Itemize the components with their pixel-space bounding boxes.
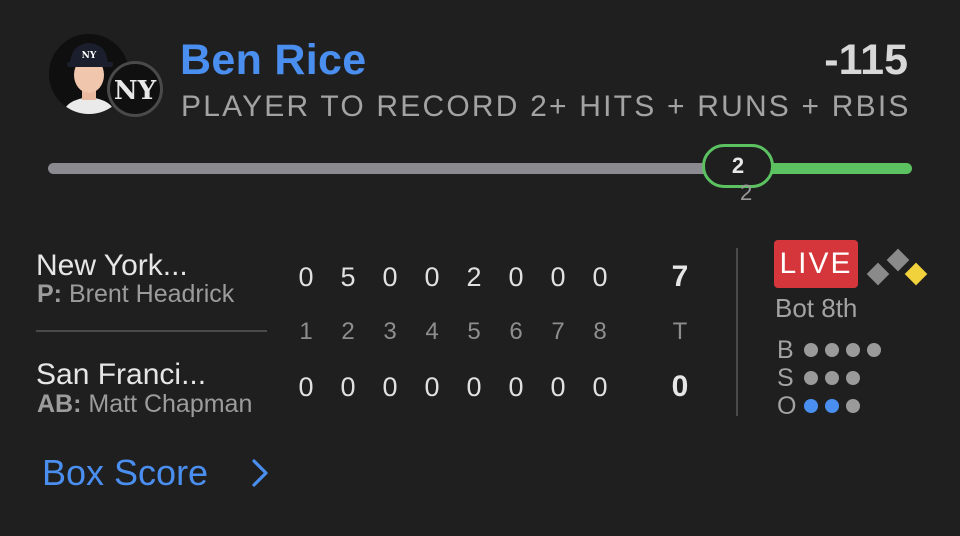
home-batter: AB: Matt Chapman — [37, 390, 252, 419]
strikes-dots — [804, 371, 860, 385]
away-inning-3: 0 — [382, 262, 398, 292]
svg-text:NY: NY — [114, 76, 157, 106]
total-header: T — [672, 318, 688, 345]
progress-marker: 2 — [702, 144, 774, 188]
progress-track — [48, 163, 712, 174]
batter-name: Matt Chapman — [88, 390, 253, 418]
pitcher-label: P: — [37, 280, 62, 308]
away-team-name: New York... — [36, 249, 188, 282]
home-inning-1: 0 — [298, 372, 314, 402]
second-base — [886, 248, 910, 272]
yankees-logo-icon: NY — [107, 61, 163, 117]
home-inning-3: 0 — [382, 372, 398, 402]
inning-header-8: 8 — [593, 318, 607, 345]
third-base — [866, 262, 890, 286]
home-team-name: San Franci... — [36, 358, 207, 391]
svg-text:NY: NY — [82, 51, 97, 61]
first-base — [904, 262, 928, 286]
bases-diamond-icon — [866, 248, 928, 288]
inning-header-5: 5 — [467, 318, 481, 345]
scoreboard-divider — [736, 248, 738, 416]
player-avatar-group: NY NY — [49, 34, 163, 118]
away-inning-7: 0 — [550, 262, 566, 292]
ball-dot — [804, 343, 818, 357]
away-inning-1: 0 — [298, 262, 314, 292]
ball-dot — [825, 343, 839, 357]
ball-dot — [846, 343, 860, 357]
progress-target-segment — [760, 163, 912, 174]
out-dot — [825, 399, 839, 413]
away-inning-2: 5 — [340, 262, 356, 292]
away-inning-8: 0 — [592, 262, 608, 292]
away-total: 7 — [671, 260, 689, 293]
strikes-label: S — [777, 364, 794, 392]
out-dot — [846, 399, 860, 413]
home-inning-6: 0 — [508, 372, 524, 402]
home-inning-8: 0 — [592, 372, 608, 402]
progress-marker-label: 2 — [731, 153, 745, 178]
market-label: PLAYER TO RECORD 2+ HITS + RUNS + RBIS — [181, 90, 911, 123]
home-inning-2: 0 — [340, 372, 356, 402]
home-total: 0 — [671, 370, 689, 403]
inning-header-1: 1 — [299, 318, 313, 345]
inning-header-2: 2 — [341, 318, 355, 345]
strike-dot — [846, 371, 860, 385]
player-name[interactable]: Ben Rice — [180, 36, 366, 85]
home-inning-7: 0 — [550, 372, 566, 402]
odds-value: -115 — [824, 36, 908, 84]
away-inning-5: 2 — [466, 262, 482, 292]
chevron-right-icon[interactable] — [248, 452, 272, 501]
strike-dot — [804, 371, 818, 385]
inning-header-6: 6 — [509, 318, 523, 345]
live-badge: LIVE — [774, 240, 858, 288]
away-inning-6: 0 — [508, 262, 524, 292]
away-inning-4: 0 — [424, 262, 440, 292]
away-pitcher: P: Brent Headrick — [37, 280, 234, 309]
home-inning-5: 0 — [466, 372, 482, 402]
inning-status: Bot 8th — [775, 293, 858, 323]
box-score-link[interactable]: Box Score — [42, 452, 208, 494]
progress-marker-sublabel: 2 — [740, 180, 753, 205]
inning-header-7: 7 — [551, 318, 565, 345]
home-inning-4: 0 — [424, 372, 440, 402]
outs-dots — [804, 399, 860, 413]
outs-label: O — [777, 392, 797, 420]
pitcher-name: Brent Headrick — [68, 280, 235, 308]
ball-dot — [867, 343, 881, 357]
inning-header-4: 4 — [425, 318, 439, 345]
out-dot — [804, 399, 818, 413]
batter-label: AB: — [37, 390, 82, 418]
inning-header-3: 3 — [383, 318, 397, 345]
balls-dots — [804, 343, 881, 357]
strike-dot — [825, 371, 839, 385]
team-divider — [36, 330, 267, 332]
balls-label: B — [777, 336, 794, 364]
